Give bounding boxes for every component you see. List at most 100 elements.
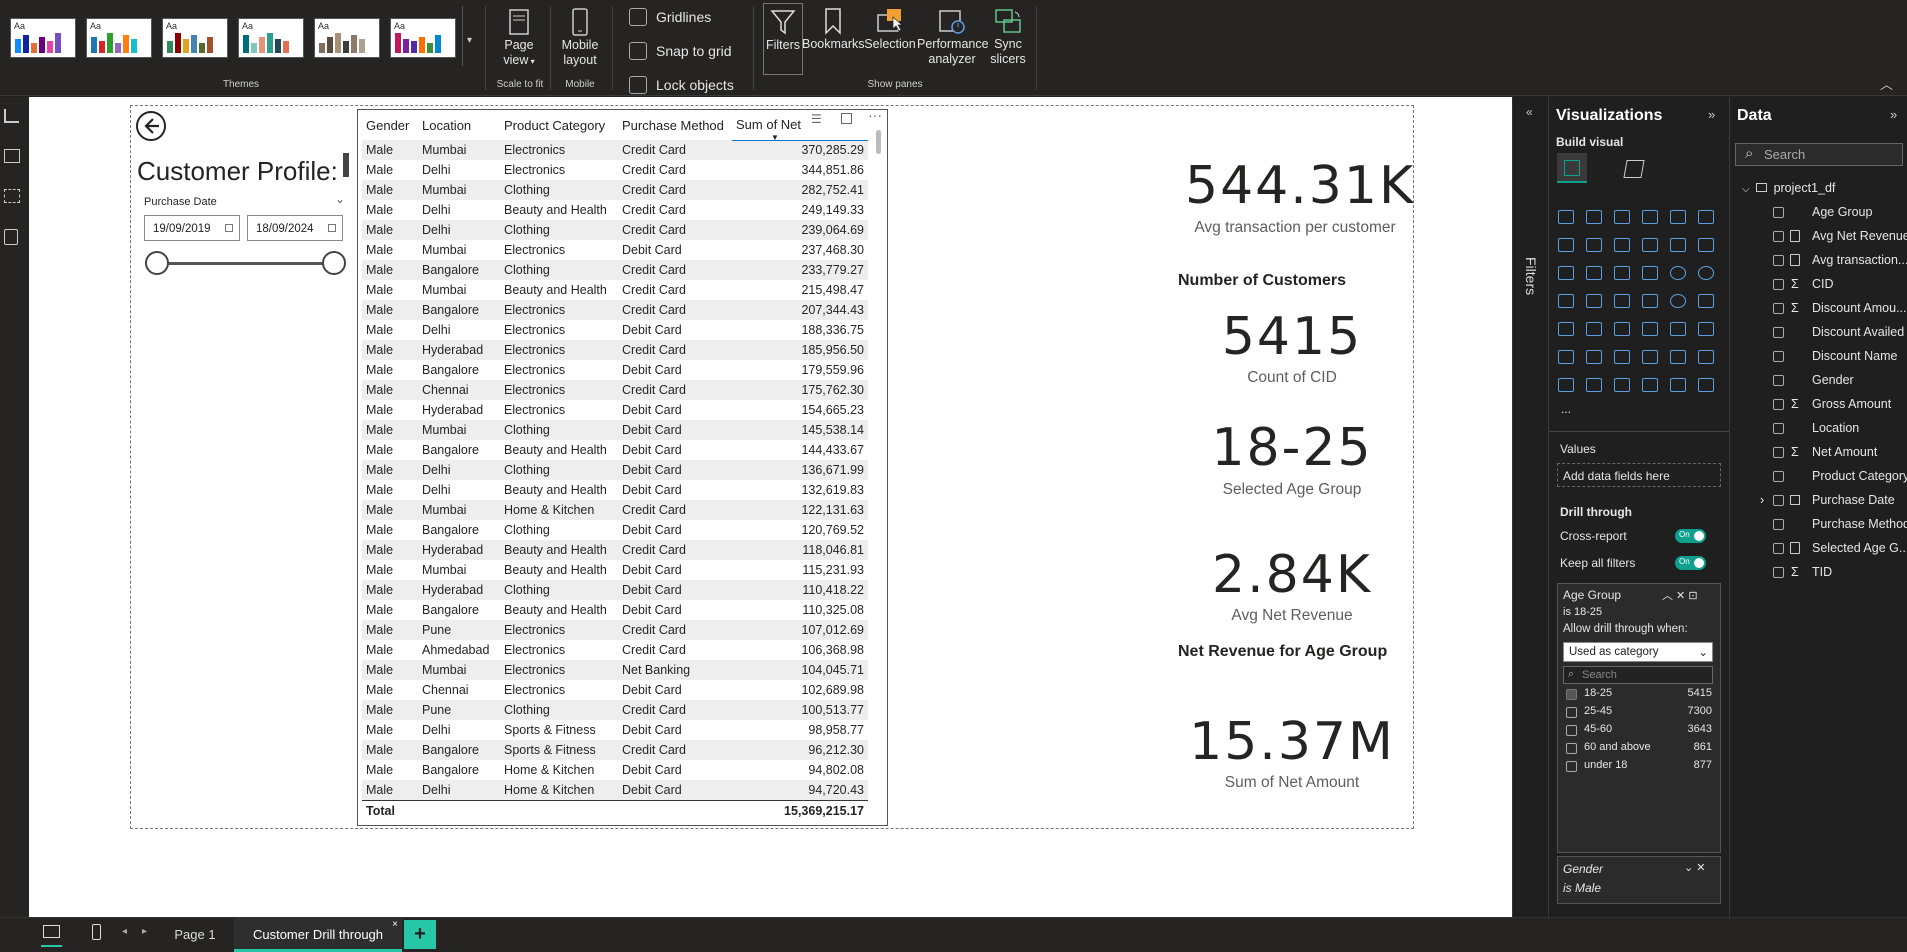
collapse-data-icon[interactable]: » xyxy=(1890,107,1897,122)
page-view-button[interactable]: Page view ▾ xyxy=(494,8,544,69)
table-row[interactable]: Male Bangalore Home & Kitchen Debit Card 94,… xyxy=(362,760,868,780)
field-checkbox[interactable] xyxy=(1773,519,1784,530)
field-item[interactable]: Discount Availed xyxy=(1812,325,1904,339)
report-view-icon[interactable] xyxy=(4,109,19,123)
theme-swatch[interactable]: Aa xyxy=(314,18,380,58)
table-row[interactable]: Male Delhi Electronics Debit Card 188,336.75 xyxy=(362,320,868,340)
field-checkbox[interactable] xyxy=(1773,471,1784,482)
date-from-input[interactable]: 19/09/2019 xyxy=(144,215,240,241)
field-item[interactable]: Avg transaction... xyxy=(1812,253,1907,267)
filled-map-icon[interactable] xyxy=(1614,294,1630,308)
field-item[interactable]: Net Amount xyxy=(1812,445,1877,459)
table-row[interactable]: Male Delhi Beauty and Health Debit Card 132,… xyxy=(362,480,868,500)
field-item[interactable]: Gross Amount xyxy=(1812,397,1891,411)
field-item[interactable]: Location xyxy=(1812,421,1859,435)
filters-pane-collapsed[interactable]: « Filters xyxy=(1512,97,1548,917)
table-row[interactable]: Male Hyderabad Electronics Debit Card 154,66… xyxy=(362,400,868,420)
line-clustered-icon[interactable] xyxy=(1586,266,1602,280)
decomposition-tree-icon[interactable] xyxy=(1614,350,1630,364)
slider-handle-start[interactable] xyxy=(145,251,169,275)
header-purchase-method[interactable]: Purchase Method xyxy=(618,110,732,140)
field-checkbox[interactable] xyxy=(1773,231,1784,242)
table-row[interactable]: Male Bangalore Beauty and Health Debit Card… xyxy=(362,440,868,460)
themes-scroll-button[interactable]: ▾ xyxy=(462,6,476,66)
field-checkbox[interactable] xyxy=(1773,351,1784,362)
stacked-area-icon[interactable] xyxy=(1614,238,1630,252)
field-checkbox[interactable] xyxy=(1773,423,1784,434)
scatter-icon[interactable] xyxy=(1642,266,1658,280)
selection-button[interactable]: Selection xyxy=(862,7,918,52)
shape-map-icon[interactable] xyxy=(1642,294,1658,308)
multi-row-card-icon[interactable] xyxy=(1558,322,1574,336)
mobile-view-icon[interactable] xyxy=(92,924,101,940)
add-data-fields-well[interactable]: Add data fields here xyxy=(1557,463,1721,487)
table-row[interactable]: Male Hyderabad Beauty and Health Credit Car… xyxy=(362,540,868,560)
table-row[interactable]: Male Bangalore Electronics Debit Card 179,55… xyxy=(362,360,868,380)
page-tab-customer-drill-through[interactable]: Customer Drill through × xyxy=(234,918,402,952)
field-item[interactable]: Age Group xyxy=(1812,205,1872,219)
slicer-chevron-icon[interactable]: ⌄ xyxy=(335,192,345,206)
table-row[interactable]: Male Mumbai Electronics Debit Card 237,468.3… xyxy=(362,240,868,260)
age-option-checkbox[interactable] xyxy=(1566,689,1577,700)
lock-objects-checkbox[interactable] xyxy=(629,76,647,94)
qa-icon[interactable] xyxy=(1642,350,1658,364)
model-view-icon[interactable] xyxy=(4,189,20,203)
table-icon[interactable] xyxy=(1642,322,1658,336)
metrics-icon[interactable] xyxy=(1642,378,1658,392)
field-checkbox[interactable] xyxy=(1773,567,1784,578)
close-tab-icon[interactable]: × xyxy=(392,919,398,930)
header-gender[interactable]: Gender xyxy=(362,110,418,140)
r-visual-icon[interactable] xyxy=(1698,322,1714,336)
table-row[interactable]: Male Bangalore Clothing Debit Card 120,769.5… xyxy=(362,520,868,540)
clustered-bar-icon[interactable] xyxy=(1614,210,1630,224)
field-checkbox[interactable] xyxy=(1773,399,1784,410)
table-row[interactable]: Male Delhi Electronics Credit Card 344,851.8… xyxy=(362,160,868,180)
table-row[interactable]: Male Mumbai Electronics Credit Card 370,285.… xyxy=(362,140,868,160)
table-row[interactable]: Male Pune Clothing Credit Card 100,513.77 xyxy=(362,700,868,720)
cross-report-toggle[interactable]: On xyxy=(1675,529,1706,543)
key-influencers-icon[interactable] xyxy=(1586,350,1602,364)
treemap-icon[interactable] xyxy=(1558,294,1574,308)
table-row[interactable]: Male Chennai Electronics Debit Card 102,689.… xyxy=(362,680,868,700)
theme-swatch[interactable]: Aa xyxy=(10,18,76,58)
header-location[interactable]: Location xyxy=(418,110,500,140)
trophy-icon[interactable] xyxy=(1698,350,1714,364)
ribbon-chart-icon[interactable] xyxy=(1642,238,1658,252)
table-row[interactable]: Male Pune Electronics Credit Card 107,012.69 xyxy=(362,620,868,640)
build-visual-tab-icon[interactable] xyxy=(1557,153,1587,183)
field-item[interactable]: Gender xyxy=(1812,373,1854,387)
gauge-icon[interactable] xyxy=(1670,294,1686,308)
table-row[interactable]: Male Hyderabad Clothing Debit Card 110,418.2… xyxy=(362,580,868,600)
line-column-icon[interactable] xyxy=(1558,266,1574,280)
line-chart-icon[interactable] xyxy=(1558,238,1574,252)
table-scrollbar[interactable] xyxy=(876,130,881,154)
field-checkbox[interactable] xyxy=(1773,543,1784,554)
table-row[interactable]: Male Delhi Clothing Credit Card 239,064.69 xyxy=(362,220,868,240)
field-checkbox[interactable] xyxy=(1773,495,1784,506)
snap-to-grid-checkbox[interactable] xyxy=(629,42,647,60)
kpi-icon[interactable] xyxy=(1586,322,1602,336)
field-checkbox[interactable] xyxy=(1773,255,1784,266)
field-item[interactable]: Purchase Method xyxy=(1812,517,1907,531)
add-page-button[interactable]: + xyxy=(404,920,436,949)
header-product-category[interactable]: Product Category xyxy=(500,110,618,140)
card-icon[interactable] xyxy=(1698,294,1714,308)
field-item[interactable]: Selected Age G... xyxy=(1812,541,1907,555)
filter-card-controls[interactable]: ︿ ✕ ⊡ xyxy=(1662,587,1698,603)
dax-query-icon[interactable] xyxy=(4,229,18,245)
stacked-column-icon[interactable] xyxy=(1586,210,1602,224)
prev-page-icon[interactable]: ◂ xyxy=(122,926,127,937)
field-item[interactable]: Discount Amou... xyxy=(1812,301,1907,315)
table-row[interactable]: Male Delhi Sports & Fitness Debit Card 98,95… xyxy=(362,720,868,740)
field-item[interactable]: TID xyxy=(1812,565,1832,579)
field-checkbox[interactable] xyxy=(1773,303,1784,314)
field-checkbox[interactable] xyxy=(1773,327,1784,338)
date-to-input[interactable]: 18/09/2024 xyxy=(247,215,343,241)
field-checkbox[interactable] xyxy=(1773,279,1784,290)
table-row[interactable]: Male Mumbai Home & Kitchen Credit Card 122,1… xyxy=(362,500,868,520)
field-checkbox[interactable] xyxy=(1773,207,1784,218)
table-row[interactable]: Male Ahmedabad Electronics Credit Card 106,3… xyxy=(362,640,868,660)
pie-chart-icon[interactable] xyxy=(1670,266,1686,280)
back-arrow-icon[interactable] xyxy=(135,110,167,142)
field-item[interactable]: CID xyxy=(1812,277,1834,291)
